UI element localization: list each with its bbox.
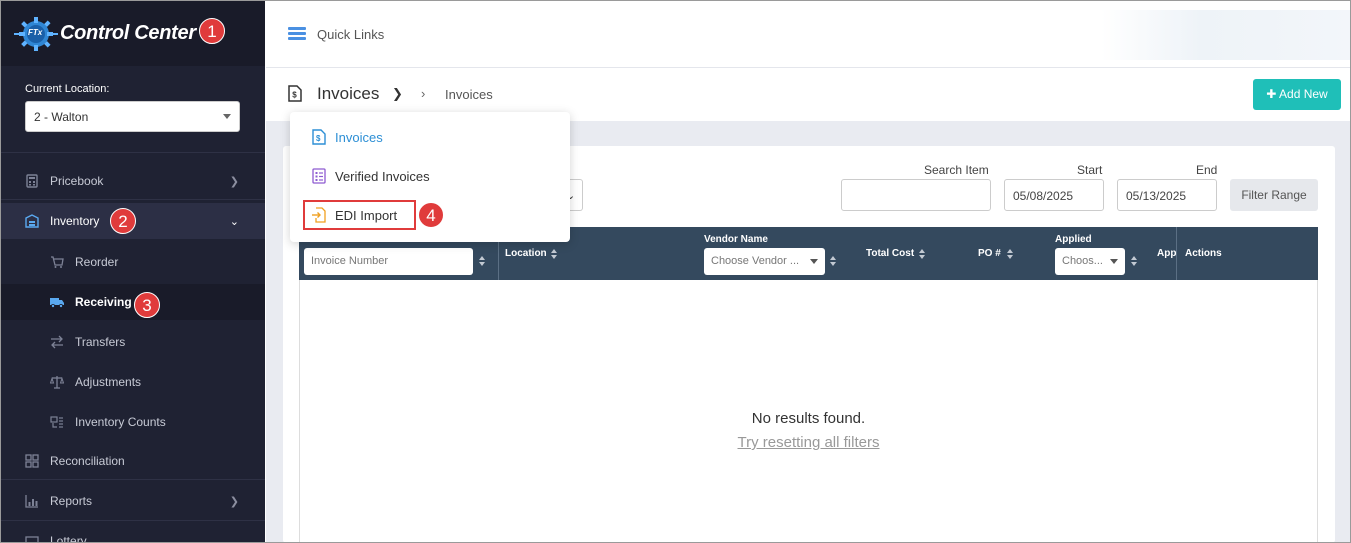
screenshot-frame bbox=[0, 0, 1351, 543]
